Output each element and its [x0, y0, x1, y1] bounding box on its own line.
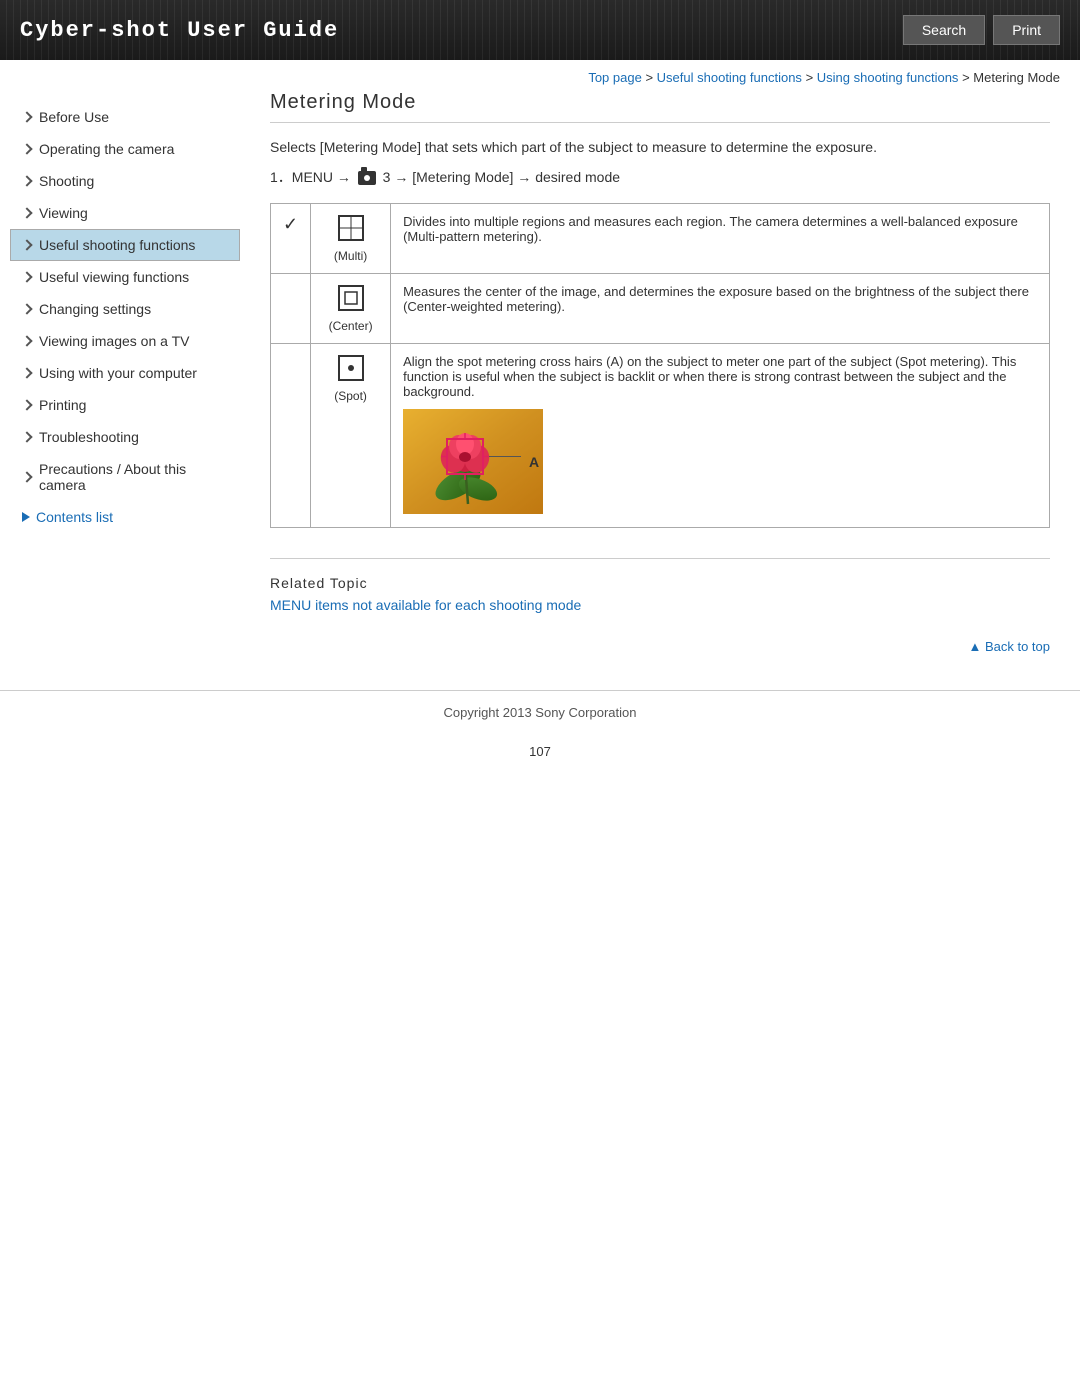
back-to-top[interactable]: ▲ Back to top: [270, 633, 1050, 660]
sidebar-label: Before Use: [39, 109, 109, 125]
icon-cell-spot: (Spot): [311, 344, 391, 528]
center-label: (Center): [323, 319, 378, 333]
intro-text: Selects [Metering Mode] that sets which …: [270, 139, 1050, 155]
desc-cell-center: Measures the center of the image, and de…: [391, 274, 1050, 344]
search-button[interactable]: Search: [903, 15, 985, 45]
spot-desc-text: Align the spot metering cross hairs (A) …: [403, 354, 1016, 399]
sidebar-item-operating[interactable]: Operating the camera: [10, 133, 240, 165]
related-topic-link[interactable]: MENU items not available for each shooti…: [270, 597, 581, 613]
center-description: Measures the center of the image, and de…: [403, 284, 1029, 314]
table-row: (Spot) Align the spot metering cross hai…: [271, 344, 1050, 528]
sidebar-item-printing[interactable]: Printing: [10, 389, 240, 421]
sidebar-label: Useful shooting functions: [39, 237, 195, 253]
breadcrumb: Top page > Useful shooting functions > U…: [0, 60, 1080, 91]
menu-instruction: 1．MENU → 3 → [Metering Mode] → desired m…: [270, 167, 1050, 187]
arrow-icon: [21, 431, 32, 442]
page-number: 107: [0, 734, 1080, 779]
breadcrumb-using-shooting[interactable]: Using shooting functions: [817, 70, 959, 85]
sidebar-label: Printing: [39, 397, 86, 413]
sidebar-item-precautions[interactable]: Precautions / About this camera: [10, 453, 240, 501]
arrow-right-icon: [22, 512, 30, 522]
arrow-icon: [21, 271, 32, 282]
breadcrumb-sep1: >: [645, 70, 656, 85]
main-layout: Before Use Operating the camera Shooting…: [0, 91, 1080, 690]
table-row: ✓ (Multi) Divides into multiple regions …: [271, 204, 1050, 274]
footer: Copyright 2013 Sony Corporation: [0, 690, 1080, 734]
arrow-icon: [21, 111, 32, 122]
breadcrumb-current: Metering Mode: [973, 70, 1060, 85]
sidebar-label: Useful viewing functions: [39, 269, 189, 285]
icon-cell-center: (Center): [311, 274, 391, 344]
sidebar-label: Precautions / About this camera: [39, 461, 227, 493]
arrow-icon: [21, 399, 32, 410]
sidebar-label: Viewing: [39, 205, 88, 221]
desc-cell-spot: Align the spot metering cross hairs (A) …: [391, 344, 1050, 528]
related-topic: Related Topic MENU items not available f…: [270, 558, 1050, 613]
header-controls: Search Print: [903, 15, 1060, 45]
arrow-icon: [21, 303, 32, 314]
arrow-icon: [21, 175, 32, 186]
arrow-icon: [21, 335, 32, 346]
breadcrumb-sep2: >: [806, 70, 817, 85]
breadcrumb-sep3: >: [962, 70, 973, 85]
sidebar-label: Viewing images on a TV: [39, 333, 189, 349]
check-cell: ✓: [271, 204, 311, 274]
sidebar-item-useful-shooting[interactable]: Useful shooting functions: [10, 229, 240, 261]
metering-table: ✓ (Multi) Divides into multiple regions …: [270, 203, 1050, 528]
checkmark-icon: ✓: [283, 214, 298, 234]
center-metering-icon: [337, 284, 365, 312]
sidebar-label: Operating the camera: [39, 141, 174, 157]
icon-cell-multi: (Multi): [311, 204, 391, 274]
related-topic-title: Related Topic: [270, 575, 1050, 591]
content-area: Metering Mode Selects [Metering Mode] th…: [240, 91, 1070, 690]
sidebar-item-shooting[interactable]: Shooting: [10, 165, 240, 197]
multi-description: Divides into multiple regions and measur…: [403, 214, 1018, 244]
check-cell-spot: [271, 344, 311, 528]
sidebar-item-viewing-tv[interactable]: Viewing images on a TV: [10, 325, 240, 357]
sidebar-label: Shooting: [39, 173, 94, 189]
check-cell-center: [271, 274, 311, 344]
sidebar-label: Troubleshooting: [39, 429, 139, 445]
camera-icon: [358, 171, 376, 185]
flower-image: [403, 409, 543, 514]
sidebar-label: Changing settings: [39, 301, 151, 317]
breadcrumb-top[interactable]: Top page: [588, 70, 642, 85]
flower-image-container: A: [403, 409, 543, 517]
arrow-icon: [21, 239, 32, 250]
sidebar-item-changing-settings[interactable]: Changing settings: [10, 293, 240, 325]
spot-image-area: A: [403, 409, 1037, 517]
contents-list-link[interactable]: Contents list: [10, 501, 240, 533]
multi-label: (Multi): [323, 249, 378, 263]
breadcrumb-useful-shooting[interactable]: Useful shooting functions: [657, 70, 802, 85]
arrow-icon: [21, 367, 32, 378]
sidebar-label: Using with your computer: [39, 365, 197, 381]
sidebar-item-viewing[interactable]: Viewing: [10, 197, 240, 229]
arrow-icon: [21, 471, 32, 482]
spot-label: (Spot): [323, 389, 378, 403]
print-button[interactable]: Print: [993, 15, 1060, 45]
contents-list-label: Contents list: [36, 509, 113, 525]
page-title: Metering Mode: [270, 91, 1050, 123]
app-title: Cyber-shot User Guide: [20, 18, 339, 43]
sidebar-item-useful-viewing[interactable]: Useful viewing functions: [10, 261, 240, 293]
spot-metering-icon: [337, 354, 365, 382]
multi-metering-icon: [337, 214, 365, 242]
spot-description: Align the spot metering cross hairs (A) …: [403, 354, 1037, 399]
arrow-icon: [21, 143, 32, 154]
sidebar: Before Use Operating the camera Shooting…: [10, 91, 240, 690]
copyright-text: Copyright 2013 Sony Corporation: [444, 705, 637, 720]
desc-cell-multi: Divides into multiple regions and measur…: [391, 204, 1050, 274]
header: Cyber-shot User Guide Search Print: [0, 0, 1080, 60]
spot-a-label: A: [529, 454, 539, 470]
sidebar-item-troubleshooting[interactable]: Troubleshooting: [10, 421, 240, 453]
table-row: (Center) Measures the center of the imag…: [271, 274, 1050, 344]
sidebar-item-computer[interactable]: Using with your computer: [10, 357, 240, 389]
sidebar-item-before-use[interactable]: Before Use: [10, 101, 240, 133]
arrow-icon: [21, 207, 32, 218]
